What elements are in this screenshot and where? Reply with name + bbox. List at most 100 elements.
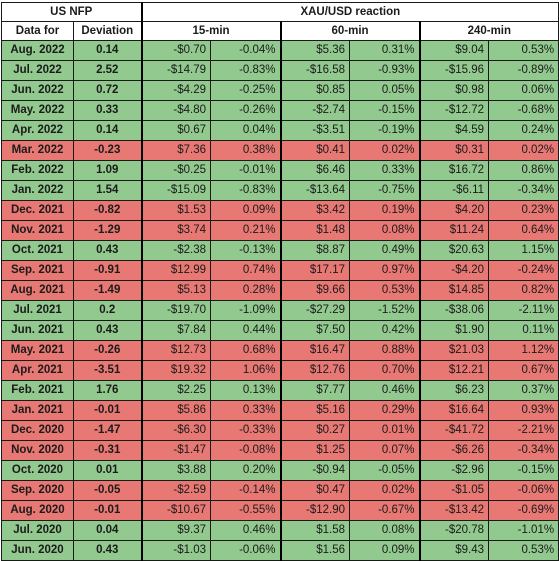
cell-15min-percent: 0.21% xyxy=(210,220,282,241)
cell-data-for: Dec. 2021 xyxy=(1,200,74,221)
cell-60min-value: $17.17 xyxy=(279,260,351,281)
cell-60min-value: $7.77 xyxy=(279,380,351,401)
cell-240min-value: $6.23 xyxy=(418,380,490,401)
cell-15min-percent: 0.44% xyxy=(210,320,282,341)
cell-15min-percent: -0.25% xyxy=(210,80,282,101)
cell-60min-value: $1.58 xyxy=(279,520,351,541)
column-header-240-min: 240-min xyxy=(418,21,559,41)
cell-240min-value: -$12.72 xyxy=(418,100,490,121)
table-row: Sep. 2020 -0.05 -$2.59 -0.14% $0.47 0.02% -$1.… xyxy=(1,480,559,501)
cell-240min-percent: 0.02% xyxy=(488,140,559,161)
cell-deviation: 0.72 xyxy=(72,80,143,101)
cell-60min-percent: -0.75% xyxy=(349,180,421,201)
cell-15min-value: -$1.47 xyxy=(140,440,212,461)
cell-15min-value: $7.84 xyxy=(140,320,212,341)
cell-240min-value: -$4.20 xyxy=(418,260,490,281)
cell-60min-percent: -0.19% xyxy=(349,120,421,141)
cell-240min-percent: 0.86% xyxy=(488,160,559,181)
cell-15min-percent: -0.55% xyxy=(210,500,282,521)
cell-60min-percent: 0.01% xyxy=(349,420,421,441)
header-group-xauusd-reaction: XAU/USD reaction xyxy=(140,2,559,22)
cell-60min-value: $0.85 xyxy=(279,80,351,101)
cell-240min-value: $1.90 xyxy=(418,320,490,341)
table-row: Jun. 2021 0.43 $7.84 0.44% $7.50 0.42% $1.90 0.… xyxy=(1,320,559,341)
cell-data-for: Jul. 2022 xyxy=(1,60,74,81)
cell-240min-value: $0.31 xyxy=(418,140,490,161)
table-row: Mar. 2022 -0.23 $7.36 0.38% $0.41 0.02% $0.31 0… xyxy=(1,140,559,161)
cell-deviation: -0.31 xyxy=(72,440,143,461)
cell-15min-value: $5.13 xyxy=(140,280,212,301)
cell-240min-value: $16.72 xyxy=(418,160,490,181)
cell-deviation: 2.52 xyxy=(72,60,143,81)
cell-15min-value: $3.74 xyxy=(140,220,212,241)
cell-15min-value: -$4.29 xyxy=(140,80,212,101)
cell-60min-percent: 0.02% xyxy=(349,480,421,501)
cell-240min-value: -$2.96 xyxy=(418,460,490,481)
cell-60min-percent: 0.07% xyxy=(349,440,421,461)
table-row: Feb. 2021 1.76 $2.25 0.13% $7.77 0.46% $6.23 0.… xyxy=(1,380,559,401)
cell-60min-value: $0.47 xyxy=(279,480,351,501)
cell-15min-percent: 0.33% xyxy=(210,400,282,421)
cell-15min-value: -$10.67 xyxy=(140,500,212,521)
cell-15min-percent: 0.38% xyxy=(210,140,282,161)
cell-15min-percent: 0.13% xyxy=(210,380,282,401)
cell-15min-value: -$14.79 xyxy=(140,60,212,81)
cell-60min-value: -$0.94 xyxy=(279,460,351,481)
cell-240min-percent: 1.12% xyxy=(488,340,559,361)
table-row: Jun. 2020 0.43 -$1.03 -0.06% $1.56 0.09% $9.43… xyxy=(1,540,559,561)
cell-data-for: Oct. 2020 xyxy=(1,460,74,481)
cell-240min-value: -$15.96 xyxy=(418,60,490,81)
cell-240min-percent: 0.37% xyxy=(488,380,559,401)
cell-deviation: -0.01 xyxy=(72,500,143,521)
cell-deviation: -0.26 xyxy=(72,340,143,361)
cell-240min-percent: -0.06% xyxy=(488,480,559,501)
cell-240min-value: $21.03 xyxy=(418,340,490,361)
cell-data-for: Jul. 2020 xyxy=(1,520,74,541)
cell-60min-percent: 0.46% xyxy=(349,380,421,401)
cell-15min-value: $12.73 xyxy=(140,340,212,361)
table-header: US NFP XAU/USD reaction Data for Deviati… xyxy=(0,2,559,41)
cell-15min-value: -$1.03 xyxy=(140,540,212,561)
cell-60min-percent: 0.97% xyxy=(349,260,421,281)
cell-60min-percent: 0.09% xyxy=(349,540,421,561)
cell-60min-percent: 0.29% xyxy=(349,400,421,421)
table-row: Jul. 2021 0.2 -$19.70 -1.09% -$27.29 -1.52% -$… xyxy=(1,300,559,321)
cell-240min-percent: -0.15% xyxy=(488,460,559,481)
table-row: Nov. 2020 -0.31 -$1.47 -0.08% $1.25 0.07% -$6.… xyxy=(1,440,559,461)
cell-deviation: 0.04 xyxy=(72,520,143,541)
cell-15min-value: -$4.80 xyxy=(140,100,212,121)
table-row: May. 2021 -0.26 $12.73 0.68% $16.47 0.88% $21.… xyxy=(1,340,559,361)
cell-240min-value: $4.20 xyxy=(418,200,490,221)
cell-15min-value: -$15.09 xyxy=(140,180,212,201)
cell-240min-value: -$38.06 xyxy=(418,300,490,321)
cell-60min-value: $5.16 xyxy=(279,400,351,421)
cell-data-for: Jun. 2022 xyxy=(1,80,74,101)
cell-240min-percent: -2.21% xyxy=(488,420,559,441)
cell-deviation: -3.51 xyxy=(72,360,143,381)
cell-data-for: Apr. 2021 xyxy=(1,360,74,381)
cell-15min-percent: 0.68% xyxy=(210,340,282,361)
column-header-data-for: Data for xyxy=(1,21,74,41)
cell-data-for: Jul. 2021 xyxy=(1,300,74,321)
cell-15min-percent: -0.13% xyxy=(210,240,282,261)
table-row: Sep. 2021 -0.91 $12.99 0.74% $17.17 0.97% -$4.… xyxy=(1,260,559,281)
cell-240min-value: -$13.42 xyxy=(418,500,490,521)
cell-deviation: 1.09 xyxy=(72,160,143,181)
cell-60min-percent: 0.53% xyxy=(349,280,421,301)
cell-15min-value: -$2.59 xyxy=(140,480,212,501)
cell-60min-value: $0.41 xyxy=(279,140,351,161)
cell-15min-percent: -1.09% xyxy=(210,300,282,321)
cell-240min-value: -$41.72 xyxy=(418,420,490,441)
table-row: Dec. 2020 -1.47 -$6.30 -0.33% $0.27 0.01% -$41… xyxy=(1,420,559,441)
cell-60min-value: $9.66 xyxy=(279,280,351,301)
cell-data-for: Aug. 2022 xyxy=(1,40,74,61)
cell-240min-percent: 0.23% xyxy=(488,200,559,221)
cell-data-for: Jan. 2022 xyxy=(1,180,74,201)
table-row: Nov. 2021 -1.29 $3.74 0.21% $1.48 0.08% $11.24… xyxy=(1,220,559,241)
table-row: Aug. 2022 0.14 -$0.70 -0.04% $5.36 0.31% $9.04… xyxy=(1,40,559,61)
cell-240min-percent: 1.15% xyxy=(488,240,559,261)
cell-240min-percent: -0.69% xyxy=(488,500,559,521)
cell-15min-value: -$0.70 xyxy=(140,40,212,61)
cell-60min-value: $1.25 xyxy=(279,440,351,461)
cell-60min-percent: 0.05% xyxy=(349,80,421,101)
